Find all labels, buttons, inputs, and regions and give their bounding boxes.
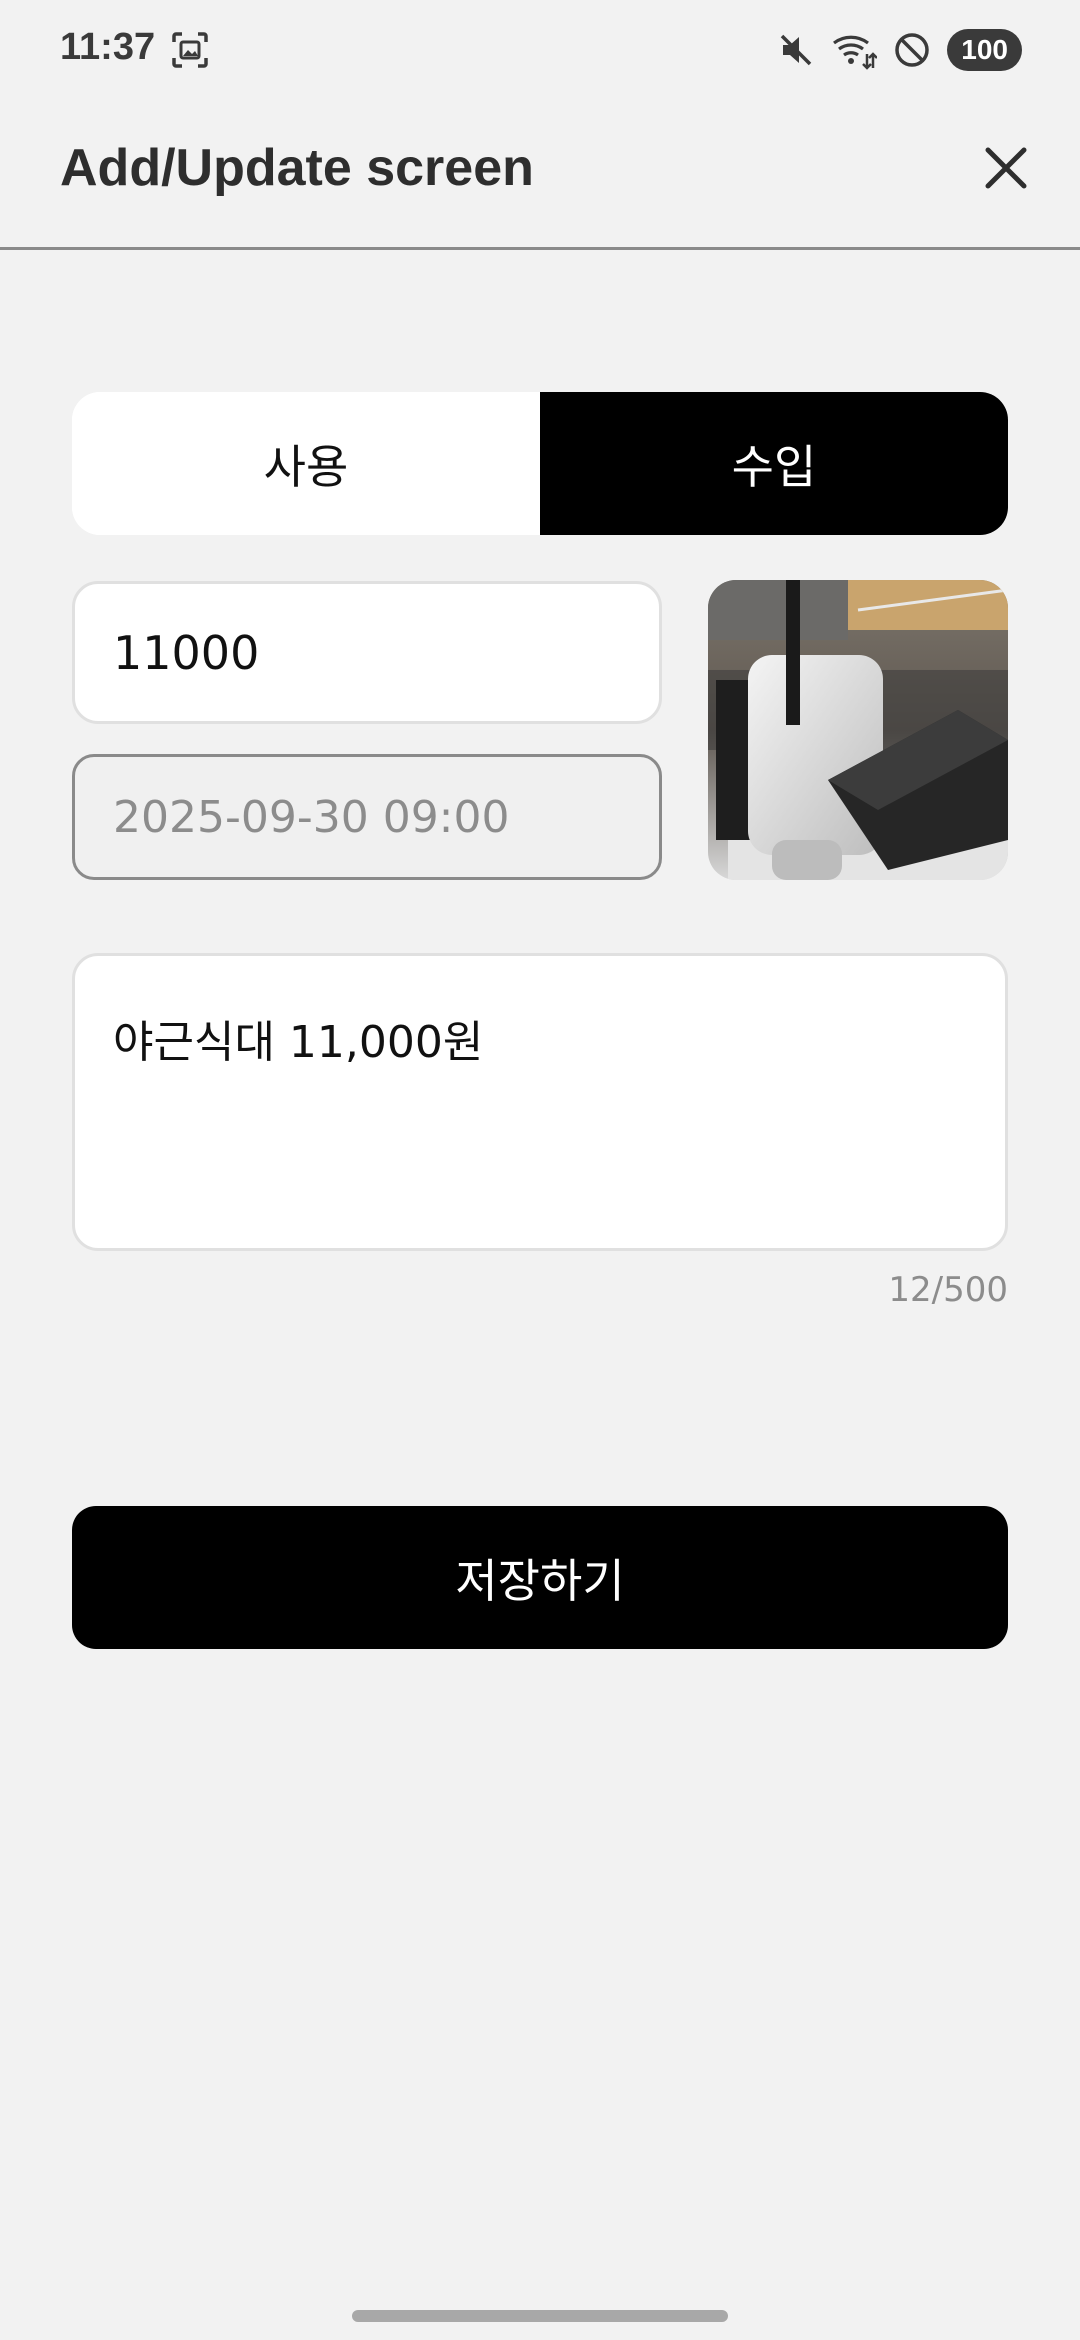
add-update-screen: 11:37 100 Add/Update screen 사용 수입 11000 … bbox=[0, 0, 1080, 2340]
page-title: Add/Update screen bbox=[60, 139, 534, 197]
type-toggle: 사용 수입 bbox=[72, 392, 1008, 535]
memo-char-counter: 12/500 bbox=[888, 1270, 1008, 1310]
mute-icon bbox=[777, 31, 815, 69]
status-icons: 100 bbox=[777, 28, 1022, 72]
tab-income[interactable]: 수입 bbox=[540, 392, 1008, 535]
save-button[interactable]: 저장하기 bbox=[72, 1506, 1008, 1649]
app-bar: Add/Update screen bbox=[0, 100, 1080, 250]
close-icon bbox=[985, 147, 1027, 189]
date-field[interactable]: 2025-09-30 09:00 bbox=[72, 754, 662, 880]
memo-textarea[interactable]: 야근식대 11,000원 bbox=[72, 953, 1008, 1251]
status-bar: 11:37 100 bbox=[0, 0, 1080, 100]
amount-input[interactable]: 11000 bbox=[72, 581, 662, 724]
close-button[interactable] bbox=[968, 130, 1044, 206]
receipt-photo[interactable] bbox=[708, 580, 1008, 880]
do-not-disturb-icon bbox=[893, 31, 931, 69]
wifi-icon bbox=[831, 30, 878, 70]
home-indicator[interactable] bbox=[352, 2310, 728, 2322]
status-time: 11:37 bbox=[60, 26, 156, 68]
screenshot-icon bbox=[170, 30, 210, 70]
battery-indicator: 100 bbox=[947, 29, 1022, 71]
tab-use[interactable]: 사용 bbox=[72, 392, 540, 535]
